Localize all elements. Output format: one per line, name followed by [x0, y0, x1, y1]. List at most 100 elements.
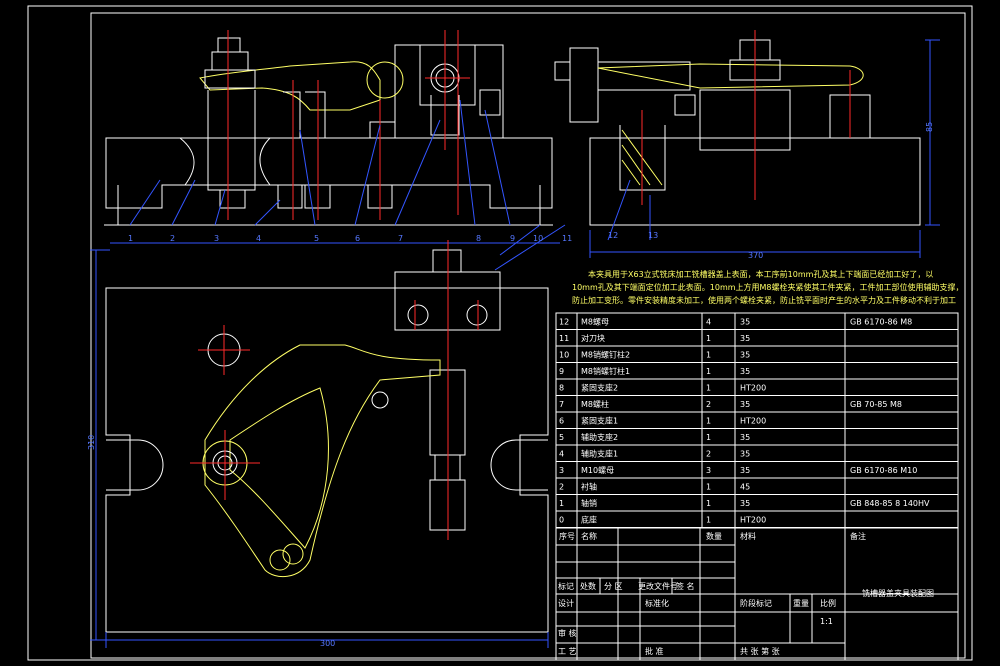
front-balloon-labels: 1 2 3 4 5 6 7 8 9 10 11	[128, 234, 572, 243]
front-aux-supports	[283, 91, 326, 138]
front-base-nuts	[277, 184, 393, 209]
bom-cell-qty: 1	[706, 499, 711, 508]
bom-cell-qty: 3	[706, 466, 711, 475]
bom-cell-material: HT200	[740, 417, 766, 426]
bom-cell-qty: 1	[706, 334, 711, 343]
bom-cell-name: M8螺母	[581, 317, 609, 327]
tb-change: 更改文件号	[638, 581, 678, 591]
bom-cell-qty: 4	[706, 318, 711, 327]
bom-cell-no: 8	[559, 384, 564, 393]
bom-cell-no: 7	[559, 400, 564, 409]
bom-cell-material: 35	[740, 400, 750, 409]
balloon-4: 4	[256, 234, 261, 243]
bom-cell-material: 35	[740, 351, 750, 360]
bom-cell-material: 35	[740, 450, 750, 459]
tb-zone: 分 区	[604, 582, 623, 591]
bom-cell-qty: 1	[706, 483, 711, 492]
balloon-10: 10	[533, 234, 543, 243]
bom-cell-qty: 1	[706, 417, 711, 426]
bom-header-material: 材料	[740, 531, 756, 541]
tb-mark: 标记	[558, 581, 574, 591]
bom-cell-name: M8销螺钉柱2	[581, 350, 630, 360]
tb-standard: 标准化	[645, 598, 669, 608]
inner-border	[90, 12, 966, 659]
front-nut-stack	[204, 51, 256, 89]
bom-cell-remark: GB 70-85 M8	[850, 400, 902, 409]
bom-header-no: 序号	[559, 531, 575, 541]
side-workpiece	[597, 63, 864, 89]
cad-drawing: 1 2 3 4 5 6 7 8 9 10 11 12 13 370 85 300…	[27, 5, 973, 661]
plan-view	[90, 240, 549, 648]
drawing-title: 铣槽器盖夹具装配图	[862, 588, 934, 598]
note-line-3: 防止加工变形。零件安装精度未加工，使用两个螺栓夹紧，防止铣平面时产生的水平力及工…	[572, 295, 956, 305]
bom-cell-no: 10	[559, 351, 569, 360]
bom-cell-material: 45	[740, 483, 750, 492]
title-block: 标记 处数 分 区 更改文件号 签 名 设计 标准化 阶段标记 重量 比例 1:…	[555, 527, 959, 661]
tb-sign: 签 名	[676, 581, 695, 591]
balloon-9: 9	[510, 234, 515, 243]
bom-cell-material: 35	[740, 334, 750, 343]
side-view	[554, 30, 940, 258]
bom-cell-material: 35	[740, 499, 750, 508]
bom-cell-name: 辅助支座1	[581, 449, 618, 459]
balloon-3: 3	[214, 234, 219, 243]
balloon-5: 5	[314, 234, 319, 243]
plan-base-outline	[105, 287, 549, 633]
bom-cell-name: 紧固支座2	[581, 383, 618, 393]
bom-cell-name: 辅助支座2	[581, 432, 618, 442]
technical-note: 本夹具用于X63立式铣床加工铣槽器盖上表面，本工序前10mm孔及其上下端面已经加…	[572, 269, 964, 305]
balloon-12: 12	[608, 231, 618, 240]
side-centerlines	[641, 30, 851, 205]
balloon-6: 6	[355, 234, 360, 243]
bom-cell-name: 底座	[581, 515, 597, 525]
tb-approve: 批 准	[645, 646, 664, 656]
bom-cell-name: 衬轴	[581, 482, 597, 492]
bom-cell-no: 1	[559, 499, 564, 508]
bom-cell-name: 轴销	[581, 498, 597, 508]
bom-cell-qty: 2	[706, 400, 711, 409]
tb-scale: 1:1	[820, 617, 833, 626]
bom-cell-name: M10螺母	[581, 465, 614, 475]
bom-cell-qty: 1	[706, 433, 711, 442]
bom-cell-name: M8销螺钉柱1	[581, 366, 630, 376]
bom-cell-material: 35	[740, 466, 750, 475]
bom-cell-material: HT200	[740, 384, 766, 393]
plan-width-dim-label: 300	[320, 639, 335, 648]
plan-workpiece	[204, 344, 441, 578]
side-height-dim-label: 85	[925, 122, 934, 132]
bom-cell-remark: GB 6170-86 M8	[850, 318, 912, 327]
tb-review: 审 核	[558, 628, 577, 638]
front-clamp-head	[419, 44, 476, 106]
plan-left-slot	[106, 439, 164, 491]
bom-cell-material: HT200	[740, 516, 766, 525]
tb-stage: 阶段标记	[740, 598, 772, 608]
bom-cell-no: 6	[559, 417, 564, 426]
note-line-2: 10mm孔及其下端面定位加工此表面。10mm上方用M8螺栓夹紧使其工件夹紧，工件…	[572, 282, 964, 292]
tb-sheets: 共 张 第 张	[740, 646, 780, 656]
balloon-7: 7	[398, 234, 403, 243]
bom-cell-qty: 2	[706, 450, 711, 459]
balloon-13: 13	[648, 231, 658, 240]
front-base-feet	[104, 185, 553, 226]
bom-cell-no: 2	[559, 483, 564, 492]
bom-cell-material: 35	[740, 433, 750, 442]
tb-design: 设计	[558, 598, 574, 608]
side-clamp-block	[554, 47, 599, 123]
bom-cell-name: 对刀块	[581, 333, 605, 343]
bom-cell-no: 4	[559, 450, 564, 459]
note-line-1: 本夹具用于X63立式铣床加工铣槽器盖上表面，本工序前10mm孔及其上下端面已经加…	[588, 269, 933, 279]
front-base-body	[105, 137, 553, 209]
balloon-11: 11	[562, 234, 572, 243]
tb-count: 处数	[580, 581, 596, 591]
bom-cell-name: 紧固支座1	[581, 416, 618, 426]
balloon-2: 2	[170, 234, 175, 243]
bom-cell-no: 5	[559, 433, 564, 442]
bom-cell-qty: 1	[706, 351, 711, 360]
bom-header-qty: 数量	[706, 531, 722, 541]
front-centerlines	[227, 30, 459, 220]
front-workpiece	[199, 61, 381, 111]
bom-cell-no: 3	[559, 466, 564, 475]
bom-header-remark: 备注	[850, 531, 866, 541]
bom-cell-no: 12	[559, 318, 569, 327]
bom-cell-material: 35	[740, 367, 750, 376]
